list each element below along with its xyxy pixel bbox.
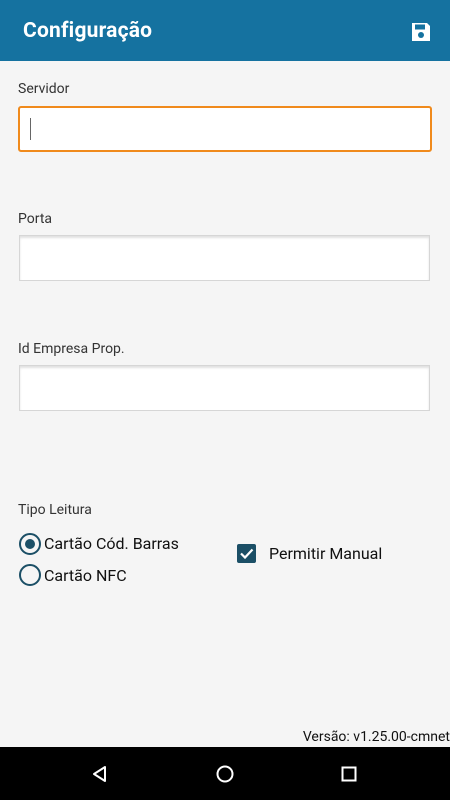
back-icon [93,766,106,782]
save-icon [412,23,430,41]
page-title: Configuração [23,19,153,43]
system-nav-bar [0,747,450,800]
id-empresa-input[interactable] [20,366,429,410]
servidor-field[interactable] [18,106,432,152]
permitir-manual-label[interactable]: Permitir Manual [269,544,382,563]
home-icon [216,765,234,783]
recents-icon [341,766,357,782]
id-empresa-field[interactable] [19,365,430,411]
back-button[interactable] [88,762,112,786]
save-button[interactable] [410,21,432,43]
app-bar: Configuração [0,0,450,61]
servidor-input[interactable] [20,108,430,150]
porta-input[interactable] [20,236,429,280]
permitir-manual-checkbox[interactable] [237,544,256,563]
radio-cartao-nfc[interactable] [19,564,41,586]
porta-label: Porta [18,211,53,227]
radio-cartao-cod-barras[interactable] [19,533,41,555]
text-caret [30,118,31,140]
home-button[interactable] [213,762,237,786]
option-label-cod-barras[interactable]: Cartão Cód. Barras [44,534,179,553]
recents-button[interactable] [337,762,361,786]
check-icon [240,548,254,560]
option-label-nfc[interactable]: Cartão NFC [44,566,127,585]
version-text: Versão: v1.25.00-cmnet [302,729,450,745]
servidor-label: Servidor [18,81,70,97]
porta-field[interactable] [19,235,430,281]
tipo-leitura-label: Tipo Leitura [18,502,92,518]
id-empresa-label: Id Empresa Prop. [18,341,125,357]
